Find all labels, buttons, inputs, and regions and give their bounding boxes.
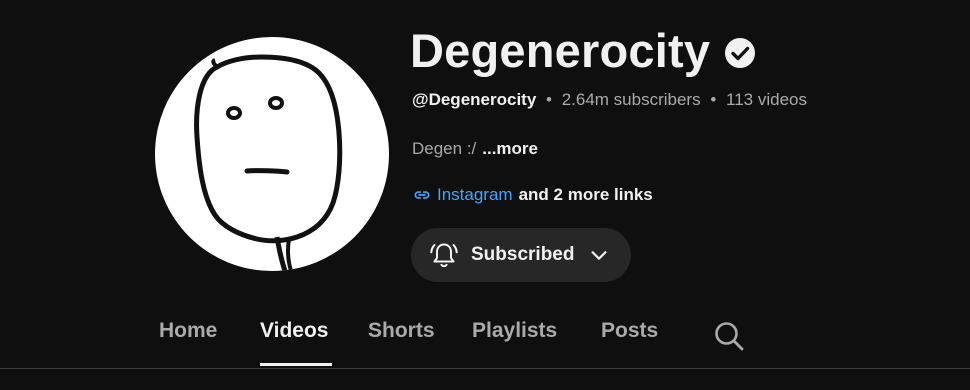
channel-name: Degenerocity [410,23,711,77]
channel-avatar[interactable] [155,37,389,271]
channel-tabs: Home Videos Shorts Playlists Posts [0,310,970,368]
tab-videos[interactable]: Videos [260,319,328,343]
channel-name-row: Degenerocity [410,22,756,78]
tab-home[interactable]: Home [159,319,217,343]
description-text: Degen :/ [412,139,477,158]
tab-posts[interactable]: Posts [601,319,658,343]
verified-check-icon [725,38,756,68]
description-more-button[interactable]: ...more [482,139,538,158]
bell-ringing-icon [430,243,458,268]
active-tab-indicator [260,363,332,366]
chevron-down-icon [591,251,608,260]
channel-meta: @Degenerocity • 2.64m subscribers • 113 … [412,90,807,110]
link-icon [414,191,430,199]
channel-links[interactable]: Instagram and 2 more links [412,185,653,205]
search-icon[interactable] [712,319,746,353]
meta-separator: • [546,90,552,109]
instagram-link[interactable]: Instagram [437,185,513,205]
tabs-divider [0,368,970,369]
subscribed-button[interactable]: Subscribed [411,228,631,282]
tab-shorts[interactable]: Shorts [368,319,435,343]
tab-playlists[interactable]: Playlists [472,319,557,343]
channel-handle: @Degenerocity [412,90,537,109]
meta-separator: • [710,90,717,109]
subscribed-label: Subscribed [471,244,575,265]
video-count: 113 videos [726,90,807,109]
more-links-button[interactable]: and 2 more links [519,185,653,205]
subscriber-count: 2.64m subscribers [561,90,701,109]
poker-face-avatar-icon [194,54,343,271]
channel-description[interactable]: Degen :/ ...more [412,139,538,159]
